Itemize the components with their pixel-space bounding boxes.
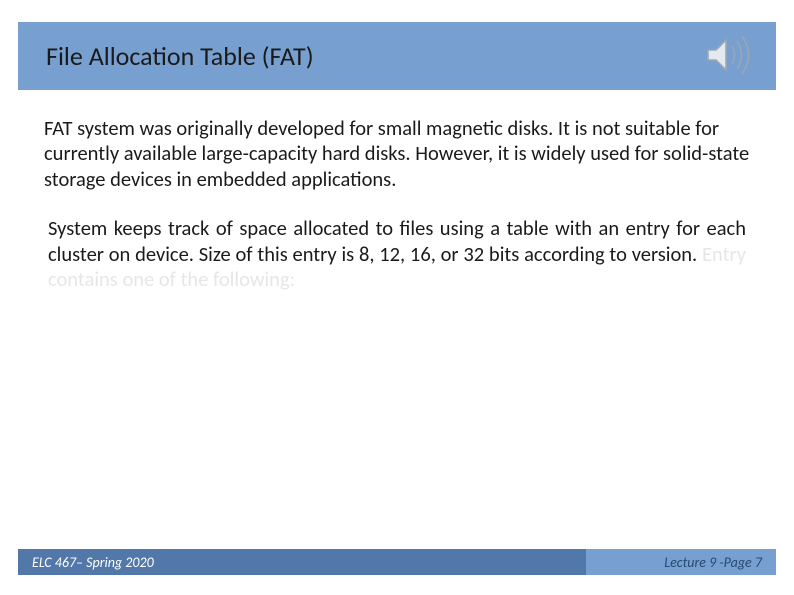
slide: File Allocation Table (FAT) FAT system w… [0, 0, 794, 595]
footer-page: Lecture 9 -Page 7 [586, 549, 776, 575]
paragraph-2-visible: System keeps track of space allocated to… [48, 215, 746, 266]
paragraph-1: FAT system was originally developed for … [44, 116, 750, 192]
slide-footer: ELC 467– Spring 2020 Lecture 9 -Page 7 [18, 549, 776, 575]
paragraph-2: System keeps track of space allocated to… [44, 216, 750, 292]
title-bar: File Allocation Table (FAT) [18, 22, 776, 90]
slide-title: File Allocation Table (FAT) [46, 40, 314, 72]
slide-body: FAT system was originally developed for … [18, 90, 776, 292]
speaker-icon [704, 30, 758, 85]
footer-course: ELC 467– Spring 2020 [18, 549, 586, 575]
